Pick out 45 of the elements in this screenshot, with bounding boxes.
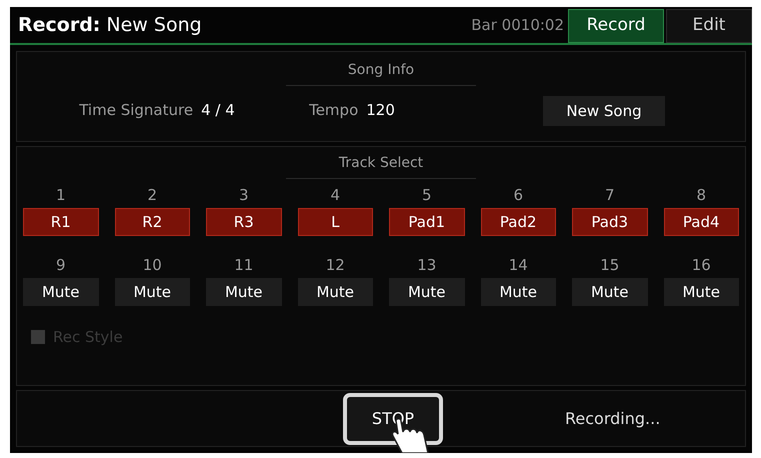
track-number: 2 [147,186,158,204]
track-button[interactable]: Mute [206,278,282,306]
track-button[interactable]: R1 [23,208,98,236]
field-value: 120 [366,100,395,121]
track-button[interactable]: Pad2 [480,208,556,236]
track-number: 4 [330,186,340,204]
section-heading: Track Select [286,153,476,179]
track-button[interactable]: R3 [206,208,282,236]
track-number: 12 [326,256,345,274]
field-value: 4 / 4 [201,100,235,121]
track-button[interactable]: Mute [298,278,373,306]
track-number: 15 [600,256,620,274]
track-button[interactable]: Mute [114,278,190,306]
track-button[interactable]: Mute [572,278,648,306]
track-number: 13 [417,256,436,274]
track-number: 3 [238,186,249,204]
tab[interactable]: Edit [666,9,752,43]
track-button[interactable]: Mute [389,278,464,306]
track-number: 16 [692,256,711,274]
bar-position: Bar 0010:02 [471,14,564,36]
track-button[interactable]: Mute [480,278,556,306]
screen-title-label: Record: [18,12,100,38]
track-button[interactable]: Pad3 [572,208,648,236]
track-button[interactable]: Pad4 [664,208,739,236]
tab[interactable]: Record [568,9,664,43]
track-number: 5 [422,186,432,204]
track-button[interactable]: L [298,208,373,236]
track-number: 10 [142,256,162,274]
track-number: 6 [513,186,524,204]
field-label: Time Signature [79,100,194,121]
track-button[interactable]: Pad1 [389,208,464,236]
track-number: 11 [234,256,254,274]
track-button[interactable]: R2 [114,208,190,236]
track-number: 7 [604,186,615,204]
status-text: Recording... [565,408,660,430]
track-number: 9 [56,256,66,274]
song-name: New Song [106,12,202,38]
section-heading: Song Info [286,60,476,86]
track-button[interactable]: Mute [664,278,739,306]
new-song-button[interactable]: New Song [543,96,665,126]
track-number: 14 [508,256,528,274]
field-label: Tempo [309,100,358,121]
track-button[interactable]: Mute [23,278,98,306]
track-number: 8 [696,186,706,204]
track-number: 1 [56,186,66,204]
